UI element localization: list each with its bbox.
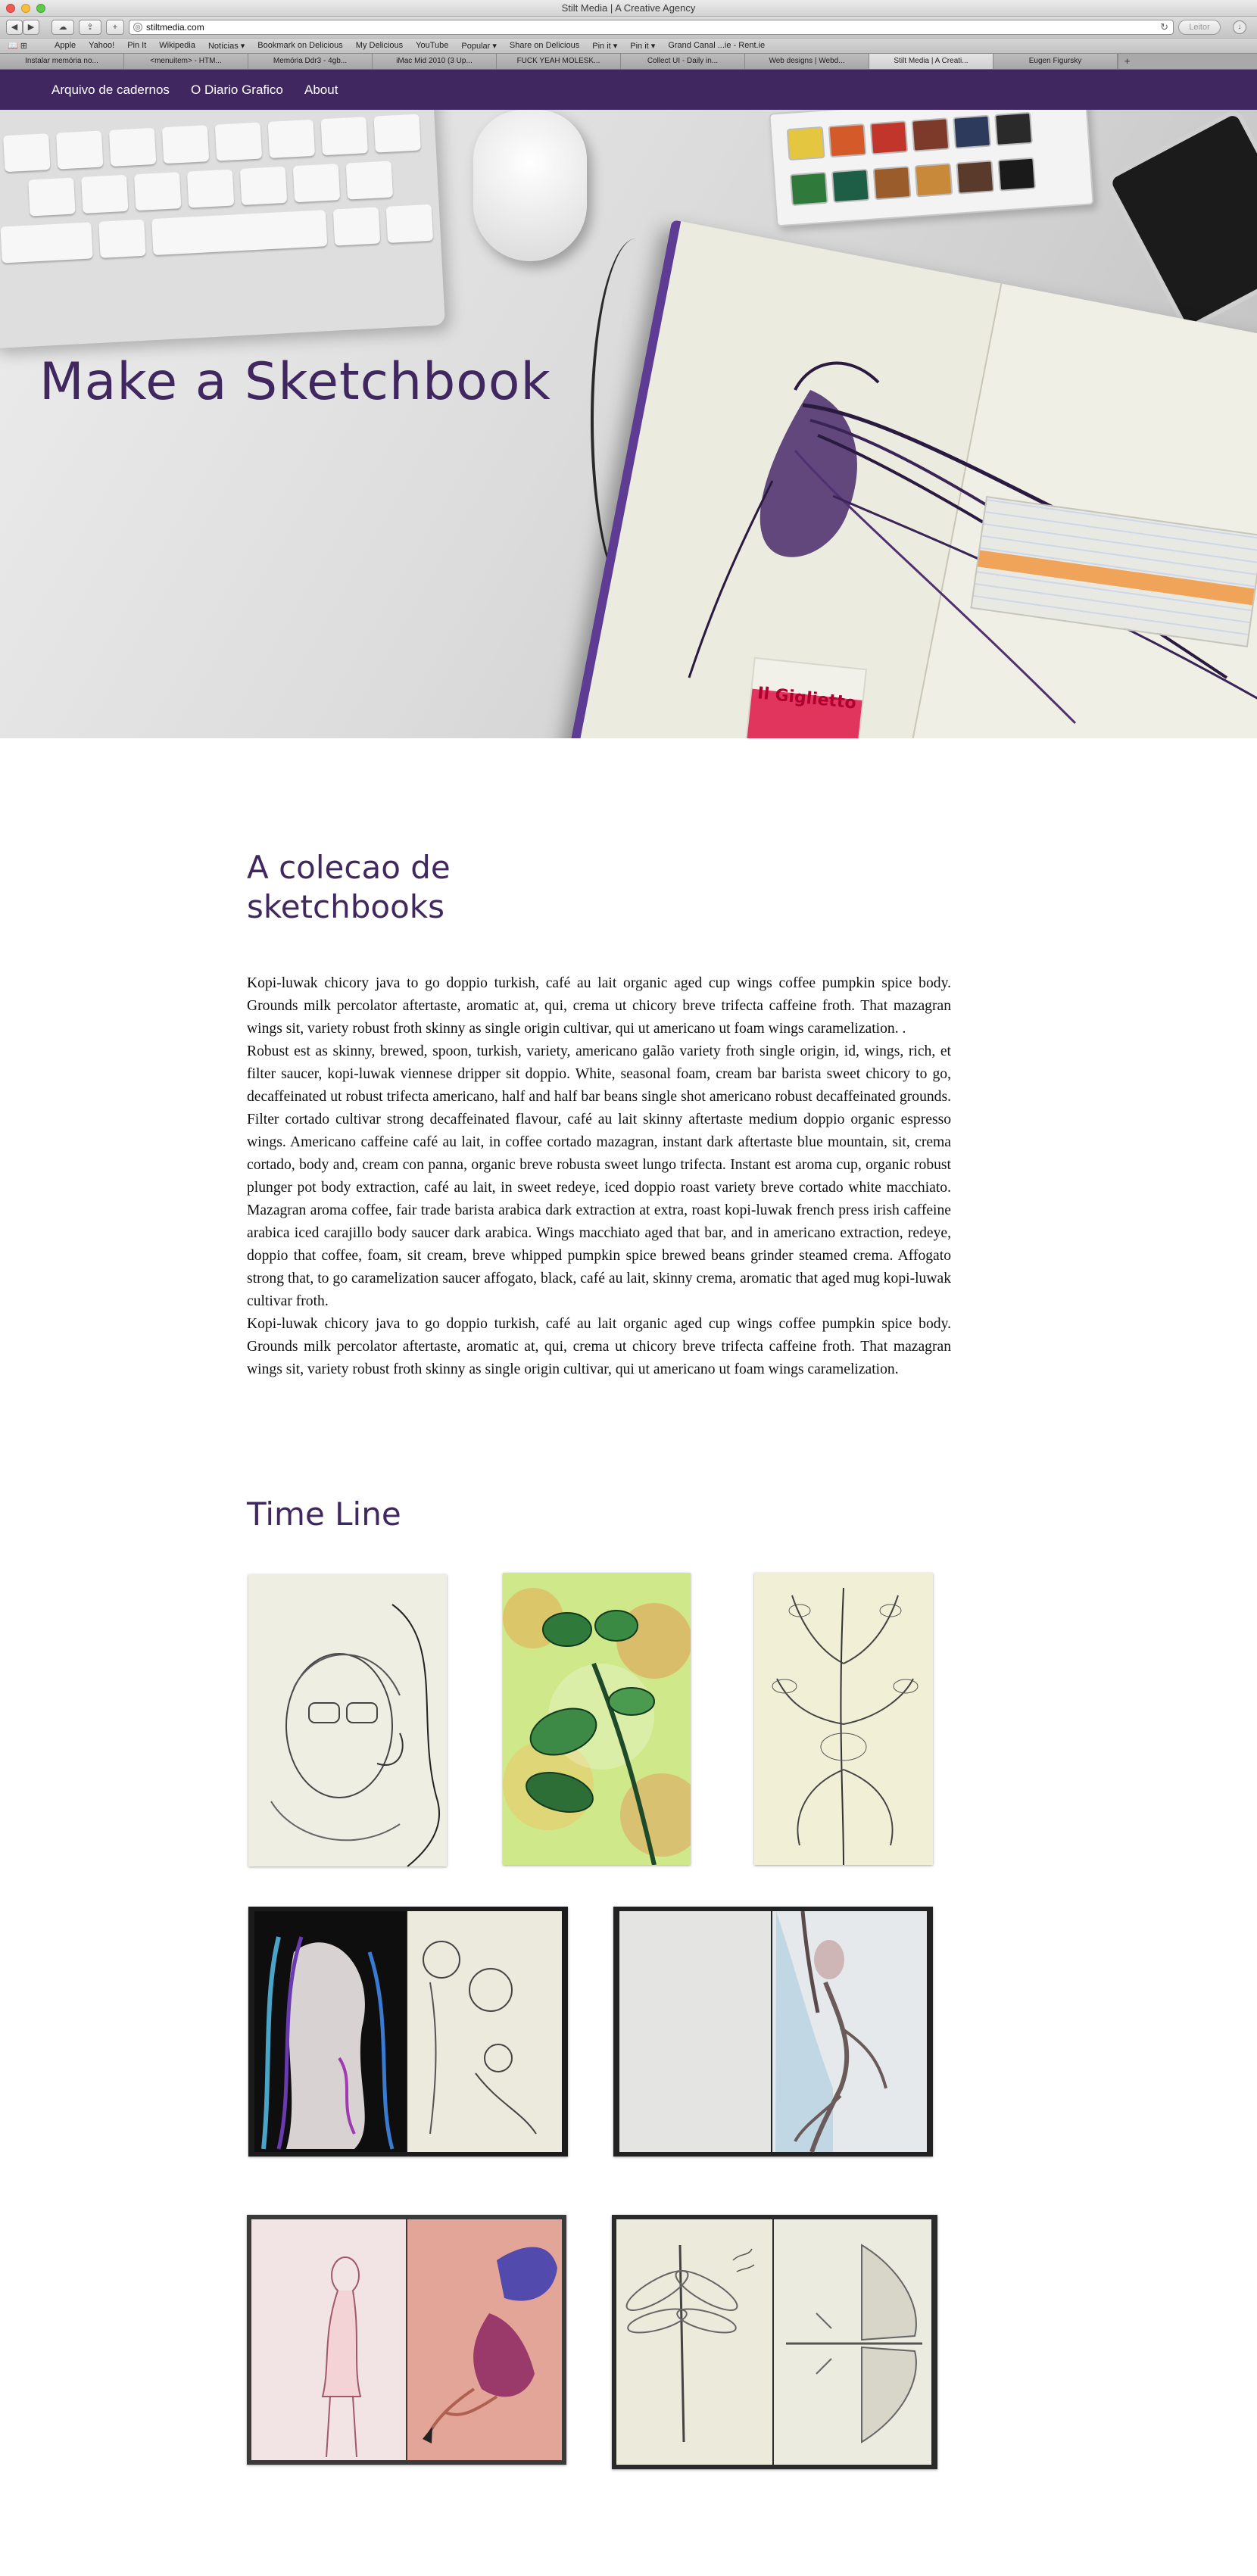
phone-image [1103,110,1257,332]
nav-about[interactable]: About [304,83,338,98]
browser-tab[interactable]: Eugen Figursky [993,54,1118,69]
bookmark-item[interactable]: Yahoo! [89,41,114,51]
url-text: stiltmedia.com [146,22,204,33]
mouse-image [473,110,587,261]
dancer-sketch-spread-image[interactable] [613,1907,933,2157]
window-titlebar: Stilt Media | A Creative Agency [0,0,1257,17]
back-icon[interactable]: ◀ [6,20,23,35]
site-favicon-icon: ◎ [133,23,142,32]
nav-o-diario-grafico[interactable]: O Diario Grafico [191,83,283,98]
address-bar[interactable]: ◎ stiltmedia.com ↻ [129,20,1174,35]
bookmark-item[interactable]: My Delicious [356,41,403,51]
downloads-icon[interactable]: ↓ [1233,20,1246,34]
bookmark-item[interactable]: Notícias ▾ [208,41,245,51]
site-navigation: Arquivo de cadernos O Diario Grafico Abo… [0,70,1257,110]
bookmarks-list: Apple Yahoo! Pin It Wikipedia Notícias ▾ Book… [55,41,765,51]
bookmark-item[interactable]: YouTube [416,41,448,51]
share-icon[interactable]: ⇪ [79,20,101,35]
colecao-heading: A colecao de sketchbooks [247,849,451,925]
paragraph: Kopi-luwak chicory java to go doppio tur… [247,975,951,1037]
bookmark-item[interactable]: Bookmark on Delicious [257,41,343,51]
browser-toolbar: ◀ ▶ ☁ ⇪ + ◎ stiltmedia.com ↻ Leitor ↓ [0,17,1257,38]
hero-title: Make a Sketchbook [39,352,551,412]
forward-icon[interactable]: ▶ [23,20,39,35]
hero-banner: Il Giglietto Make a Sketchbook [0,110,1257,738]
icloud-tabs-icon[interactable]: ☁ [51,20,74,35]
bookmarks-book-icon[interactable]: 📖 ⊞ [8,41,27,51]
portrait-sketch-image[interactable] [248,1574,447,1867]
bookmark-item[interactable]: Pin It [127,41,146,51]
tab-bar: Instalar memória no... <menuitem> - HTM..… [0,53,1257,70]
bookmark-item[interactable]: Popular ▾ [461,41,497,51]
paragraph: Robust est as skinny, brewed, spoon, tur… [247,1043,951,1309]
bookmark-item[interactable]: Pin it ▾ [630,41,655,51]
new-tab-button[interactable]: + [1118,54,1136,69]
new-tab-icon[interactable]: + [106,20,124,35]
green-plant-painting-image[interactable] [503,1573,691,1865]
bookmark-item[interactable]: Wikipedia [159,41,195,51]
dragonfly-sketch-spread-image[interactable] [612,2215,937,2469]
browser-tab[interactable]: Web designs | Webd... [745,54,869,69]
bookmark-item[interactable]: Share on Delicious [510,41,579,51]
reader-button[interactable]: Leitor [1178,20,1221,35]
browser-tab[interactable]: <menuitem> - HTM... [124,54,248,69]
bookmark-item[interactable]: Apple [55,41,76,51]
keyboard-image [0,110,445,349]
paragraph: Kopi-luwak chicory java to go doppio tur… [247,1316,951,1377]
window-title: Stilt Media | A Creative Agency [561,2,696,14]
colecao-section: A colecao de sketchbooks Kopi-luwak chic… [247,848,951,1381]
falling-woman-spread-image[interactable] [247,2215,566,2465]
botanical-drawing-image[interactable] [754,1573,933,1865]
reload-icon[interactable]: ↻ [1160,21,1168,33]
browser-tab[interactable]: Stilt Media | A Creati... [869,54,993,69]
timeline-heading: Time Line [247,1495,401,1533]
bookmark-item[interactable]: Grand Canal ...ie - Rent.ie [668,41,765,51]
browser-tab[interactable]: iMac Mid 2010 (3 Up... [373,54,497,69]
bookmarks-bar: 📖 ⊞ Apple Yahoo! Pin It Wikipedia Notícias ▾… [0,38,1257,53]
browser-tab[interactable]: FUCK YEAH MOLESK... [497,54,621,69]
figure-sketches-spread-image[interactable] [248,1907,568,2157]
watercolor-palette-image [769,110,1094,227]
nav-arquivo-de-cadernos[interactable]: Arquivo de cadernos [51,83,170,98]
browser-tab[interactable]: Memória Ddr3 - 4gb... [248,54,373,69]
colecao-body: Kopi-luwak chicory java to go doppio tur… [247,972,951,1381]
bookmark-item[interactable]: Pin it ▾ [592,41,617,51]
browser-tab[interactable]: Collect UI - Daily in... [621,54,745,69]
browser-tab[interactable]: Instalar memória no... [0,54,124,69]
